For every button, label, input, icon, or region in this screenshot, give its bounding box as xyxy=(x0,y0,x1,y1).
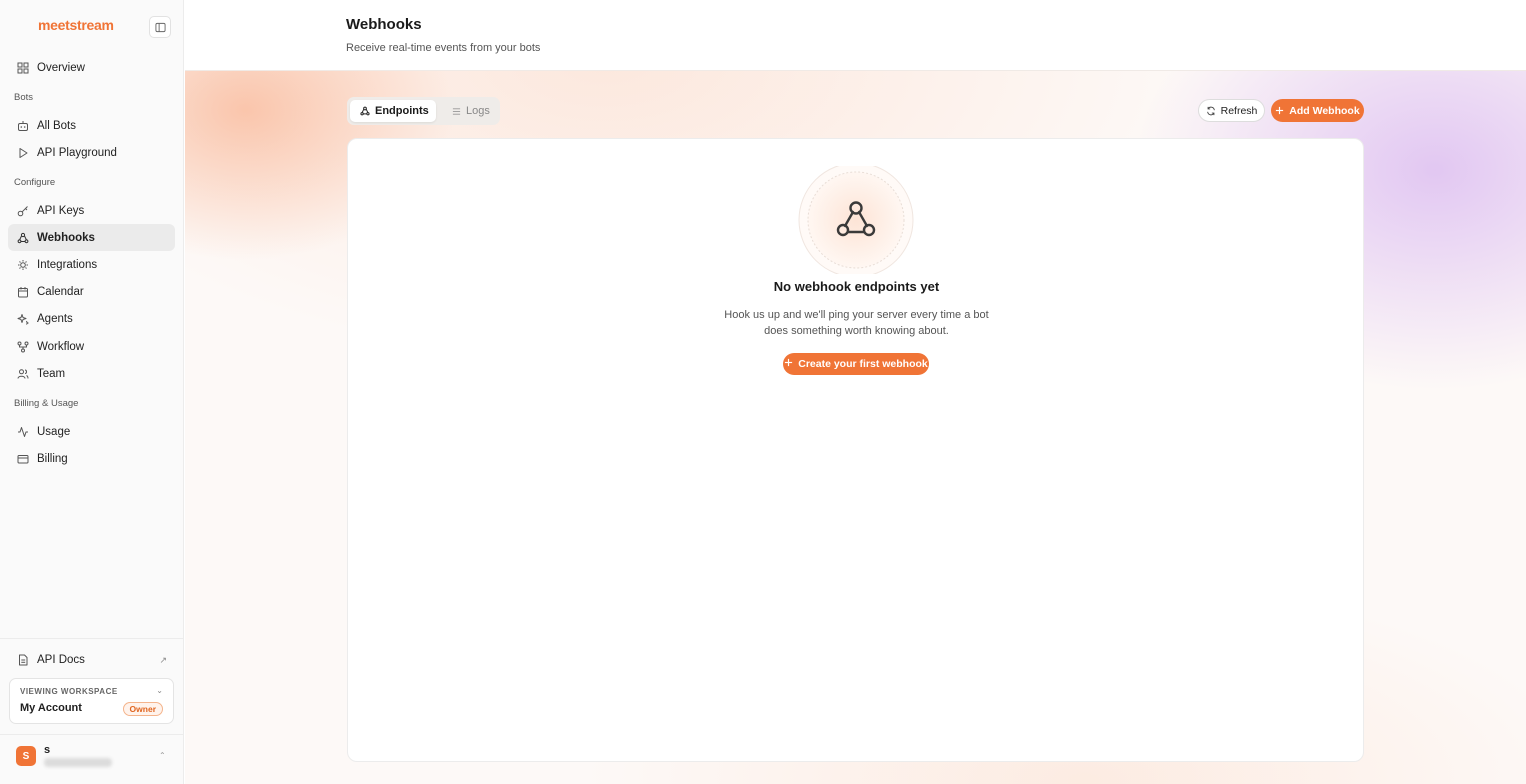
main-content: Webhooks Receive real-time events from y… xyxy=(185,0,1526,784)
activity-icon xyxy=(17,426,29,438)
play-icon xyxy=(17,147,29,159)
sidebar-item-api-keys[interactable]: API Keys xyxy=(8,197,175,224)
user-email-redacted xyxy=(44,758,112,767)
sidebar-item-label: Webhooks xyxy=(37,231,95,244)
workspace-label: VIEWING WORKSPACE xyxy=(20,687,118,696)
sidebar-item-api-playground[interactable]: API Playground xyxy=(8,139,175,166)
empty-state-title: No webhook endpoints yet xyxy=(773,279,940,294)
user-divider xyxy=(0,734,184,735)
create-webhook-label: Create your first webhook xyxy=(798,358,928,370)
page-header: Webhooks Receive real-time events from y… xyxy=(185,0,1526,71)
empty-state-description: Hook us up and we'll ping your server ev… xyxy=(724,309,989,337)
sidebar-item-label: Usage xyxy=(37,425,71,438)
sidebar: meetstream Overview Bots All Bots API Pl… xyxy=(0,0,184,784)
sidebar-item-label: Overview xyxy=(37,61,85,74)
tab-bar: Endpoints Logs xyxy=(347,97,500,125)
key-icon xyxy=(17,205,29,217)
sidebar-item-label: API Keys xyxy=(37,204,85,217)
webhook-icon xyxy=(360,106,370,116)
sidebar-item-billing[interactable]: Billing xyxy=(8,445,175,472)
puzzle-icon xyxy=(17,259,29,271)
sidebar-item-team[interactable]: Team xyxy=(8,360,175,387)
sidebar-item-agents[interactable]: Agents xyxy=(8,305,175,332)
brand-logo[interactable]: meetstream xyxy=(38,17,114,33)
sparkles-icon xyxy=(17,313,29,325)
empty-state-illustration xyxy=(797,162,915,278)
plus-icon xyxy=(1275,106,1284,115)
users-icon xyxy=(17,368,29,380)
sidebar-item-calendar[interactable]: Calendar xyxy=(8,278,175,305)
sidebar-item-label: Calendar xyxy=(37,285,84,298)
add-webhook-label: Add Webhook xyxy=(1289,104,1360,117)
grid-icon xyxy=(17,62,29,74)
tab-label: Endpoints xyxy=(375,105,429,117)
sidebar-item-webhooks[interactable]: Webhooks xyxy=(8,224,175,251)
section-label-billing-usage: Billing & Usage xyxy=(14,398,79,409)
create-first-webhook-button[interactable]: Create your first webhook xyxy=(783,353,929,375)
file-text-icon xyxy=(17,654,29,666)
bot-icon xyxy=(17,120,29,132)
workspace-switcher[interactable]: VIEWING WORKSPACE ⌄ My Account Owner xyxy=(9,678,174,724)
sidebar-item-label: Billing xyxy=(37,452,68,465)
chevron-up-icon[interactable]: ⌃ xyxy=(159,751,166,760)
page-subtitle: Receive real-time events from your bots xyxy=(346,42,541,54)
plus-icon xyxy=(784,358,793,370)
sidebar-collapse-button[interactable] xyxy=(149,16,171,38)
sidebar-item-api-docs[interactable]: API Docs ↗ xyxy=(8,647,175,673)
refresh-button[interactable]: Refresh xyxy=(1198,99,1265,122)
sidebar-item-all-bots[interactable]: All Bots xyxy=(8,112,175,139)
section-label-configure: Configure xyxy=(14,177,56,188)
refresh-icon xyxy=(1206,106,1216,116)
sidebar-item-label: API Docs xyxy=(37,654,85,666)
external-link-icon: ↗ xyxy=(159,655,167,665)
sidebar-item-overview[interactable]: Overview xyxy=(8,54,175,81)
sidebar-item-label: All Bots xyxy=(37,119,76,132)
sidebar-item-label: API Playground xyxy=(37,146,117,159)
chevron-down-icon: ⌄ xyxy=(156,686,163,695)
refresh-label: Refresh xyxy=(1220,104,1258,117)
endpoints-card: No webhook endpoints yet Hook us up and … xyxy=(347,138,1364,762)
user-name: s xyxy=(44,744,51,756)
sidebar-item-workflow[interactable]: Workflow xyxy=(8,333,175,360)
add-webhook-button[interactable]: Add Webhook xyxy=(1271,99,1364,122)
role-badge: Owner xyxy=(122,702,163,716)
sidebar-item-label: Team xyxy=(37,367,66,380)
list-icon xyxy=(452,107,461,116)
panel-left-icon xyxy=(154,22,166,32)
section-label-bots: Bots xyxy=(14,92,34,103)
sidebar-item-label: Integrations xyxy=(37,258,98,271)
credit-card-icon xyxy=(17,453,29,465)
workspace-name: My Account xyxy=(20,702,82,714)
tab-label: Logs xyxy=(466,105,490,117)
tab-logs[interactable]: Logs xyxy=(442,100,498,122)
webhook-icon xyxy=(17,232,29,244)
sidebar-item-label: Agents xyxy=(37,312,73,325)
sidebar-item-usage[interactable]: Usage xyxy=(8,418,175,445)
page-title: Webhooks xyxy=(346,16,422,33)
sidebar-item-integrations[interactable]: Integrations xyxy=(8,251,175,278)
avatar[interactable]: S xyxy=(16,746,36,766)
tab-endpoints[interactable]: Endpoints xyxy=(350,100,436,122)
workflow-icon xyxy=(17,341,29,353)
calendar-icon xyxy=(17,286,29,298)
sidebar-item-label: Workflow xyxy=(37,340,85,353)
sidebar-divider xyxy=(0,638,184,639)
